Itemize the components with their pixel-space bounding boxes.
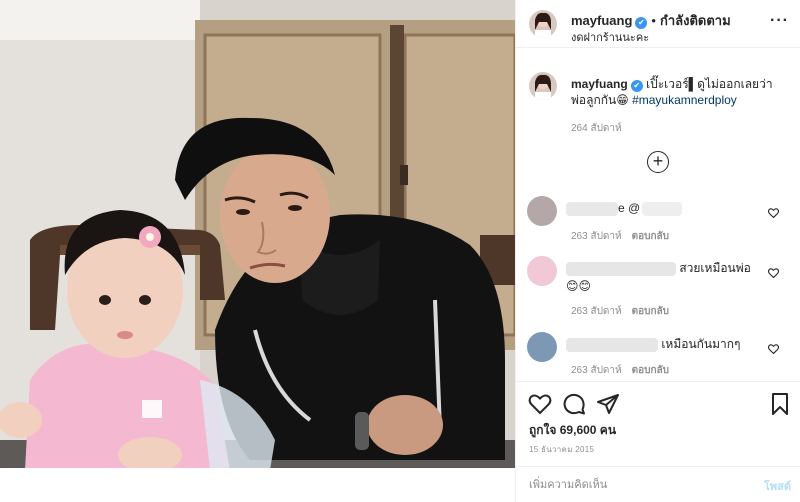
paper-plane-icon[interactable] [596, 392, 620, 416]
blurred-username [566, 337, 658, 352]
more-options-icon[interactable]: ··· [770, 12, 789, 30]
comment-like-heart-icon[interactable] [768, 208, 779, 218]
comment-time[interactable]: 263 สัปดาห์ [571, 365, 622, 376]
comment-time[interactable]: 263 สัปดาห์ [571, 306, 622, 317]
reply-button[interactable]: ตอบกลับ [632, 231, 669, 242]
bookmark-icon[interactable] [768, 392, 792, 416]
comment-body: สวยเหมือนพ่อ [676, 261, 751, 275]
comment-meta: 263 สัปดาห์ ตอบกลับ [571, 363, 669, 378]
blurred-mention [642, 201, 683, 216]
caption-verified-icon: ✔ [630, 80, 643, 92]
action-bar [516, 381, 800, 421]
post-side-panel: mayfuang ✔ • กำลังติดตาม งดฝากร้านนะคะ ··· … [515, 0, 800, 502]
comment-item: สวยเหมือนพ่อ 😊😊 263 สัปดาห์ ตอบกลับ [516, 256, 800, 319]
blurred-username [566, 261, 676, 276]
post-comment-button[interactable]: โพสต์ [764, 477, 791, 495]
photo-image [0, 0, 515, 502]
comment-meta: 263 สัปดาห์ ตอบกลับ [571, 229, 669, 244]
commenter-avatar[interactable] [527, 256, 557, 286]
reply-button[interactable]: ตอบกลับ [632, 365, 669, 376]
commenter-avatar[interactable] [527, 196, 557, 226]
comment-text: สวยเหมือนพ่อ 😊😊 [566, 259, 766, 295]
comment-text: เหมือนกันมากๆ [566, 335, 766, 353]
comment-like-heart-icon[interactable] [768, 344, 779, 354]
comment-compose-bar: โพสต์ [516, 466, 800, 502]
comment-text: e @ [566, 199, 766, 217]
post-photo[interactable] [0, 0, 515, 502]
add-comment-input[interactable] [529, 475, 729, 495]
following-button[interactable]: กำลังติดตาม [660, 13, 731, 28]
caption-username[interactable]: mayfuang [571, 77, 628, 91]
comment-emoji: 😊😊 [566, 279, 592, 293]
post-date[interactable]: 15 ธันวาคม 2015 [529, 443, 594, 456]
photo-bottom-bar [0, 468, 515, 502]
caption-avatar[interactable] [529, 72, 557, 100]
author-username[interactable]: mayfuang [571, 13, 632, 28]
comment-like-heart-icon[interactable] [768, 268, 779, 278]
reply-button[interactable]: ตอบกลับ [632, 306, 669, 317]
caption-hashtag[interactable]: #mayukamnerdploy [632, 93, 737, 107]
post-caption: mayfuang ✔ เปิ๊ะเวอร์▌ดูไม่ออกเลยว่าพ่อลู… [571, 76, 786, 108]
comment-item: e @ 263 สัปดาห์ ตอบกลับ [516, 196, 800, 256]
comment-meta: 263 สัปดาห์ ตอบกลับ [571, 304, 669, 319]
separator-dot: • [651, 13, 656, 28]
comment-body: เหมือนกันมากๆ [658, 337, 741, 351]
caption-time[interactable]: 264 สัปดาห์ [571, 121, 622, 136]
post-header: mayfuang ✔ • กำลังติดตาม งดฝากร้านนะคะ ··· [516, 0, 800, 48]
comment-time[interactable]: 263 สัปดาห์ [571, 231, 622, 242]
comment-body: e @ [618, 201, 641, 215]
commenter-avatar[interactable] [527, 332, 557, 362]
comment-icon[interactable] [562, 392, 586, 416]
post-location[interactable]: งดฝากร้านนะคะ [571, 28, 649, 46]
blurred-username [566, 201, 618, 216]
author-avatar[interactable] [529, 10, 557, 38]
likes-count[interactable]: ถูกใจ 69,600 คน [529, 421, 616, 440]
plus-circle-icon[interactable]: + [647, 151, 669, 173]
heart-icon[interactable] [528, 392, 552, 416]
